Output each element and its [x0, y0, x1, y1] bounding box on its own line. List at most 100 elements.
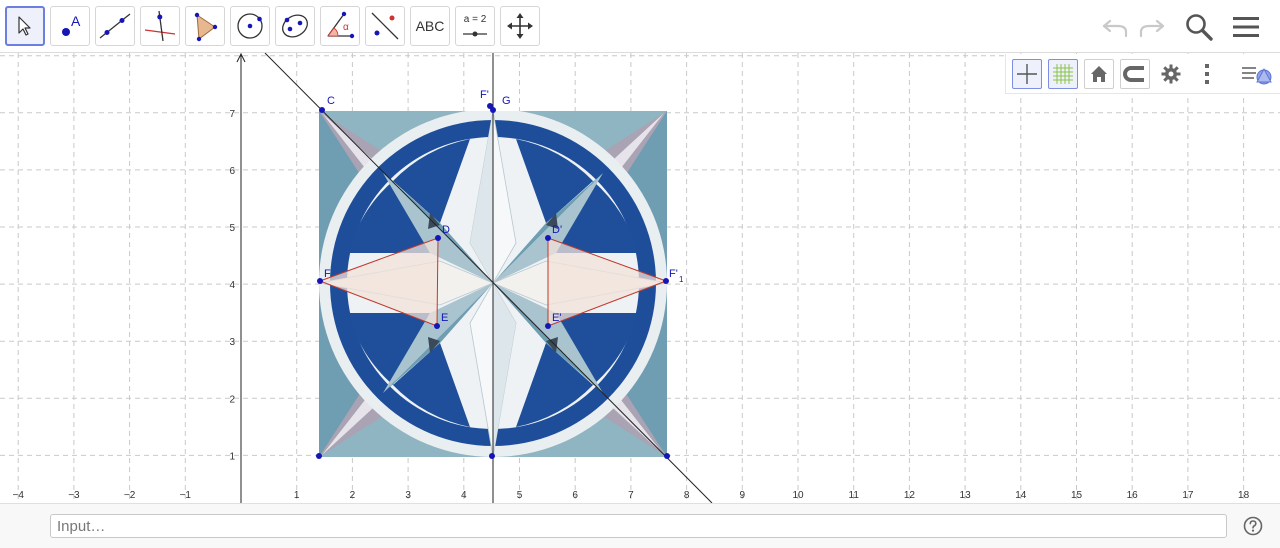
menu-icon	[1233, 17, 1259, 37]
point-E[interactable]	[434, 323, 440, 329]
x-tick-label: 2	[350, 490, 356, 501]
circle-center-point-icon	[237, 13, 263, 39]
x-tick-label: 1	[294, 490, 300, 501]
reflect-about-line-icon	[371, 12, 399, 40]
y-tick-label: 2	[229, 394, 235, 405]
point-icon	[62, 28, 70, 36]
x-tick-label: 5	[517, 490, 523, 501]
label-D: D	[442, 224, 450, 236]
search-button[interactable]	[1182, 10, 1216, 44]
move-view-tool-button[interactable]	[500, 6, 540, 46]
y-tick-label: 3	[229, 337, 235, 348]
label-F-prime-1: F'	[669, 268, 678, 280]
y-tick-label: 4	[229, 280, 235, 291]
point-E-prime[interactable]	[545, 323, 551, 329]
grid-toggle-button[interactable]	[1048, 59, 1078, 89]
point-capturing-icon	[1123, 66, 1144, 82]
perpendicular-tool-button[interactable]	[140, 6, 180, 46]
toolbar: A α ABC a = 2	[0, 0, 1280, 53]
label-F-prime-1-subscript: 1	[679, 275, 684, 284]
standard-view-button[interactable]	[1084, 59, 1114, 89]
x-tick-label: 14	[1015, 490, 1027, 501]
x-tick-label: 11	[849, 490, 860, 501]
ellipse-icon	[282, 14, 308, 38]
input-bar	[0, 503, 1280, 548]
text-tool-button[interactable]: ABC	[410, 6, 450, 46]
angle-tool-label: α	[343, 22, 349, 33]
home-icon	[1091, 66, 1107, 82]
graphics-style-bar	[1005, 54, 1280, 94]
slider-tool-button[interactable]: a = 2	[455, 6, 495, 46]
undo-button[interactable]	[1098, 10, 1132, 44]
x-tick-label: 7	[628, 490, 634, 501]
label-D-prime: D'	[552, 224, 562, 236]
x-tick-label: −1	[180, 490, 192, 501]
label-E: E	[441, 312, 448, 324]
x-tick-label: 16	[1127, 490, 1139, 501]
x-tick-label: 12	[904, 490, 916, 501]
line-tool-button[interactable]	[95, 6, 135, 46]
x-tick-label: 17	[1182, 490, 1194, 501]
x-tick-label: 4	[461, 490, 467, 501]
point-D[interactable]	[435, 235, 441, 241]
label-C: C	[327, 95, 335, 107]
arrow-pointer-icon	[18, 16, 31, 36]
help-icon[interactable]	[1243, 516, 1263, 536]
redo-button[interactable]	[1135, 10, 1169, 44]
line-through-points-icon	[99, 13, 131, 39]
settings-button[interactable]	[1156, 59, 1186, 89]
toggle-style-bar-icon	[1242, 67, 1272, 85]
x-tick-label: 3	[405, 490, 411, 501]
move-tool-button[interactable]	[5, 6, 45, 46]
redo-icon	[1139, 19, 1165, 38]
x-tick-label: 15	[1071, 490, 1083, 501]
point-G[interactable]	[490, 107, 496, 113]
x-tick-label: 9	[740, 490, 746, 501]
point-corner-bottom-left[interactable]	[316, 453, 322, 459]
angle-tool-button[interactable]: α	[320, 6, 360, 46]
x-tick-label: 6	[572, 490, 578, 501]
polygon-tool-button[interactable]	[185, 6, 225, 46]
label-G: G	[502, 95, 511, 107]
point-bottom-middle[interactable]	[489, 453, 495, 459]
y-tick-label: 6	[229, 166, 235, 177]
conic-tool-button[interactable]	[275, 6, 315, 46]
slider-icon	[463, 31, 487, 37]
reflect-tool-button[interactable]	[365, 6, 405, 46]
move-graphics-view-icon	[507, 13, 533, 39]
more-vertical-icon	[1205, 64, 1209, 84]
graphics-view[interactable]: −4 −3 −2 −1 1 2 3 4 5 6 7 8 9 10 11 12 13 14 15 16 17 18 1 2 3 4 5…	[0, 53, 1280, 503]
main-menu-button[interactable]	[1229, 10, 1263, 44]
x-tick-label: 8	[684, 490, 690, 501]
text-tool-label: ABC	[415, 18, 445, 34]
x-tick-label: −2	[124, 490, 136, 501]
x-tick-label: −3	[68, 490, 80, 501]
x-tick-label: −4	[12, 490, 24, 501]
angle-icon	[327, 11, 355, 39]
point-D-prime[interactable]	[545, 235, 551, 241]
point-capturing-button[interactable]	[1120, 59, 1150, 89]
y-tick-label: 1	[229, 451, 235, 462]
circle-tool-button[interactable]	[230, 6, 270, 46]
more-options-button[interactable]	[1192, 59, 1222, 89]
perpendicular-line-icon	[144, 10, 176, 42]
x-tick-label: 10	[792, 490, 804, 501]
grid-toggle-icon	[1053, 64, 1073, 84]
undo-icon	[1102, 19, 1128, 38]
point-corner-bottom-right[interactable]	[664, 453, 670, 459]
label-E-prime: E'	[552, 312, 561, 324]
point-tool-label: A	[71, 13, 81, 29]
point-tool-button[interactable]: A	[50, 6, 90, 46]
point-F[interactable]	[317, 278, 323, 284]
axes-toggle-button[interactable]	[1012, 59, 1042, 89]
gear-icon	[1161, 64, 1181, 84]
point-C[interactable]	[319, 107, 325, 113]
graphics-canvas[interactable]: −4 −3 −2 −1 1 2 3 4 5 6 7 8 9 10 11 12 13 14 15 16 17 1812345…	[0, 53, 1280, 503]
algebra-input-field[interactable]	[50, 514, 1227, 538]
label-F-prime: F'	[480, 89, 489, 101]
y-tick-label: 7	[229, 109, 235, 120]
x-tick-label: 13	[960, 490, 972, 501]
axes-toggle-icon	[1017, 64, 1037, 84]
search-icon	[1186, 14, 1213, 41]
toggle-style-bar-button[interactable]	[1238, 59, 1276, 89]
